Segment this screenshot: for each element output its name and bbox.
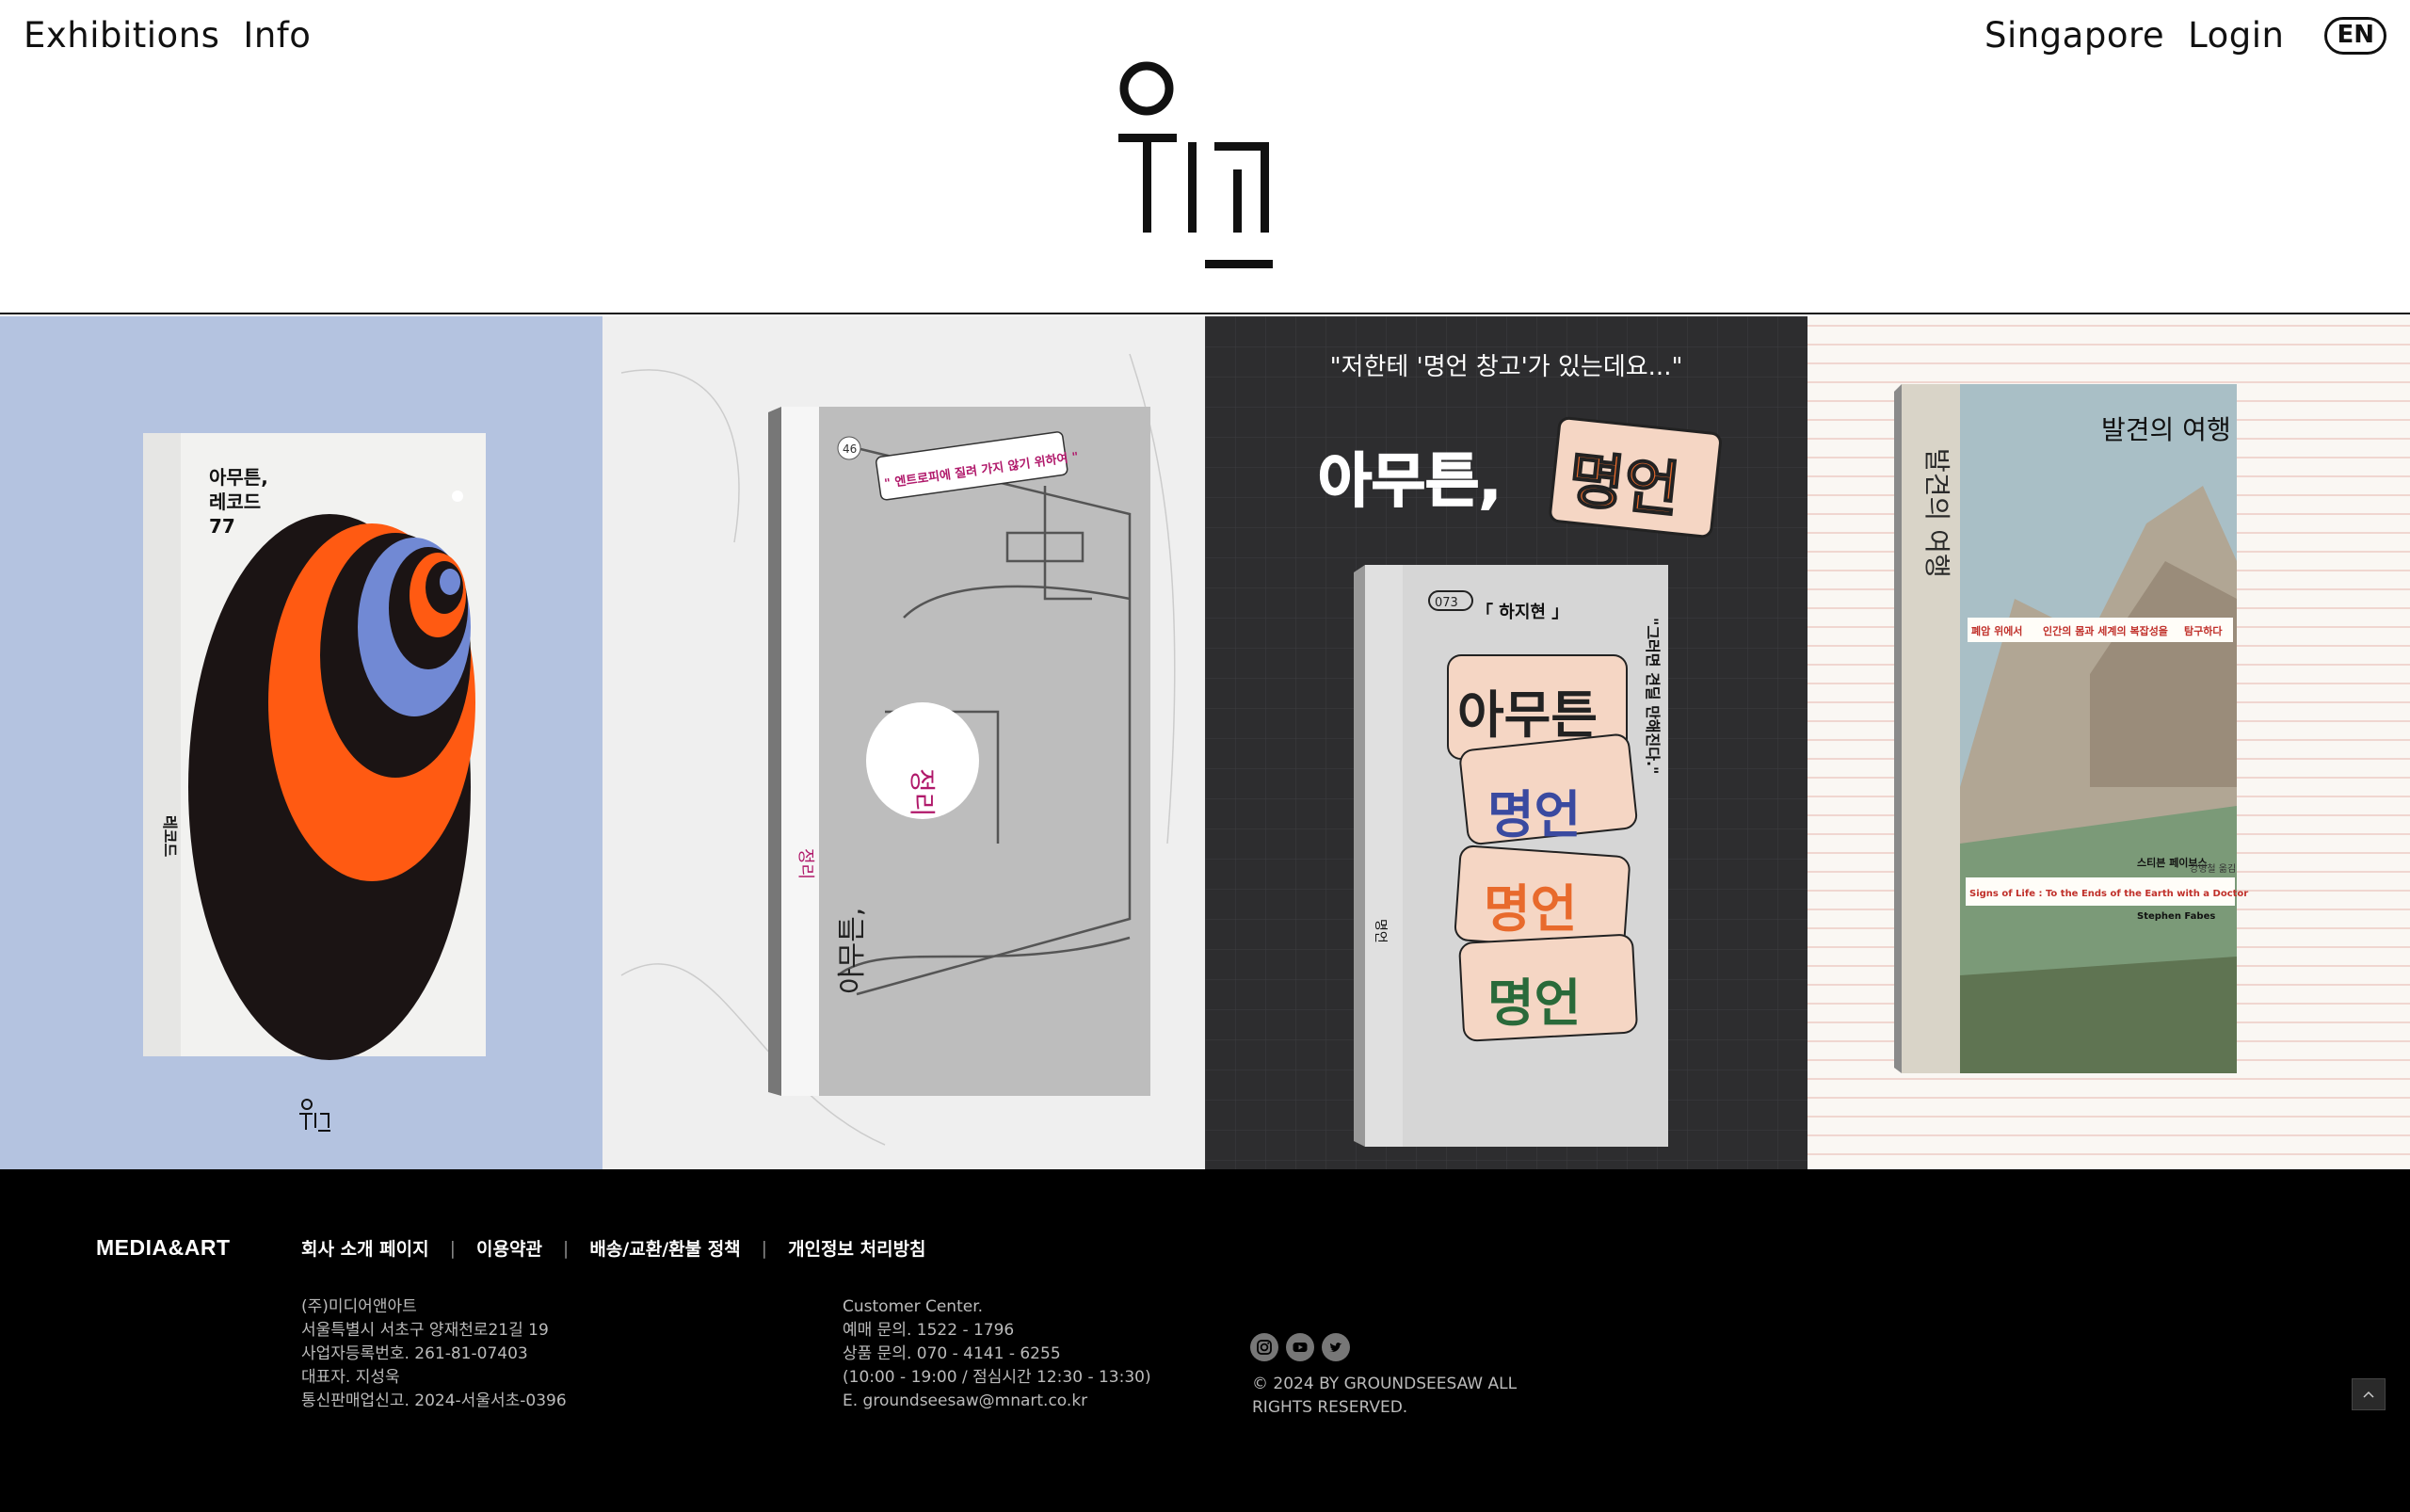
- author-name: 「 하지현 」: [1476, 602, 1568, 622]
- cal-word-4: 명언: [1487, 973, 1581, 1033]
- company-ceo: 대표자. 지성욱: [301, 1368, 400, 1387]
- series-number: 46: [843, 442, 857, 456]
- series-number: 073: [1435, 596, 1458, 610]
- cover-title-line1: 아무튼,: [209, 466, 268, 489]
- english-title: Signs of Life : To the Ends of the Earth…: [1969, 889, 2248, 899]
- site-footer: MEDIA&ART 회사 소개 페이지 | 이용약관 | 배송/교환/환불 정책…: [0, 1169, 2410, 1512]
- copyright: © 2024 BY GROUNDSEESAW ALL RIGHTS RESERV…: [1252, 1373, 1534, 1420]
- book-cover-record: 아무튼, 레코드 77 레코드: [143, 433, 486, 1132]
- product-inquiry: 상품 문의. 070 - 4141 - 6255: [843, 1344, 1061, 1363]
- cover-title-line2: 레코드: [209, 491, 261, 513]
- book-grid: 아무튼, 레코드 77 레코드 " 엔트로피에 질려 가지 않기 위하여 " 4…: [0, 316, 2410, 1169]
- nav-login[interactable]: Login: [2188, 15, 2284, 56]
- customer-center-title: Customer Center.: [843, 1297, 984, 1316]
- cover-spine-title: 발견의 여행: [1921, 448, 1952, 578]
- site-header: Exhibitions Info Singapore Login EN: [0, 0, 2410, 314]
- nav-right: Singapore Login EN: [1984, 15, 2386, 56]
- company-ecommerce-reg: 통신판매업신고. 2024-서울서초-0396: [301, 1391, 567, 1410]
- wigo-logo[interactable]: [1107, 56, 1295, 273]
- book-panel-organize[interactable]: " 엔트로피에 질려 가지 않기 위하여 " 46 정리 정리 아무튼,: [602, 316, 1205, 1169]
- cover-spine-title: 명언: [1373, 919, 1388, 943]
- book-panel-discovery[interactable]: 발견의 여행 발견의 여행 폐암 위에서 인간의 몸과 세계의 복잡성을 탐구하…: [1808, 316, 2410, 1169]
- separator: |: [761, 1237, 768, 1259]
- cover-series-title: 아무튼,: [836, 908, 869, 994]
- copyright-line2: RIGHTS RESERVED.: [1252, 1398, 1408, 1417]
- promo-big-b: 명언: [1566, 445, 1683, 526]
- book-panel-quote[interactable]: "저한테 '명언 창고'가 있는데요..." 아무튼, 명언 073 「 하지현…: [1205, 316, 1808, 1169]
- footer-link-company[interactable]: 회사 소개 페이지: [301, 1235, 429, 1261]
- cover-title-number: 77: [209, 515, 235, 538]
- chevron-up-icon: [2363, 1391, 2374, 1398]
- business-hours: (10:00 - 19:00 / 점심시간 12:30 - 13:30): [843, 1368, 1151, 1387]
- ticket-inquiry: 예매 문의. 1522 - 1796: [843, 1321, 1015, 1340]
- tagline-b: 인간의 몸과 세계의 복잡성을: [2043, 624, 2168, 637]
- footer-links: 회사 소개 페이지 | 이용약관 | 배송/교환/환불 정책 | 개인정보 처리…: [301, 1235, 926, 1261]
- company-address: 서울특별시 서초구 양재천로21길 19: [301, 1321, 549, 1340]
- separator: |: [562, 1237, 570, 1259]
- company-reg-number: 사업자등록번호. 261-81-07403: [301, 1344, 528, 1363]
- nav-info[interactable]: Info: [243, 15, 311, 56]
- scroll-to-top-button[interactable]: [2352, 1378, 2386, 1410]
- author-en: Stephen Fabes: [2137, 911, 2215, 922]
- nav-exhibitions[interactable]: Exhibitions: [24, 15, 219, 56]
- social-links: [1250, 1333, 1350, 1361]
- company-name: (주)미디어앤아트: [301, 1297, 417, 1316]
- nav-singapore[interactable]: Singapore: [1984, 15, 2164, 56]
- cover-circle-title: 정리: [907, 768, 938, 817]
- cal-word-3: 명언: [1484, 879, 1577, 939]
- tagline-c: 탐구하다: [2184, 624, 2223, 637]
- twitter-icon[interactable]: [1322, 1333, 1350, 1361]
- youtube-icon[interactable]: [1286, 1333, 1314, 1361]
- tagline-a: 폐암 위에서: [1971, 624, 2022, 637]
- publisher-logo-mark: [299, 1099, 330, 1132]
- footer-brand: MEDIA&ART: [96, 1235, 231, 1260]
- promo-headline: "저한테 '명언 창고'가 있는데요...": [1330, 353, 1683, 381]
- nav-left: Exhibitions Info: [24, 15, 311, 56]
- promo-big-a: 아무튼,: [1318, 446, 1502, 515]
- footer-link-terms[interactable]: 이용약관: [476, 1235, 542, 1261]
- language-toggle[interactable]: EN: [2324, 16, 2386, 55]
- company-info: (주)미디어앤아트 서울특별시 서초구 양재천로21길 19 사업자등록번호. …: [301, 1295, 567, 1413]
- book-cover-quote: "저한테 '명언 창고'가 있는데요..." 아무튼, 명언 073 「 하지현…: [1205, 316, 1808, 1169]
- cover-spine-title: 정리: [795, 848, 815, 879]
- cover-spine-title: 레코드: [161, 815, 179, 857]
- separator: |: [449, 1237, 456, 1259]
- footer-link-privacy[interactable]: 개인정보 처리방침: [788, 1235, 925, 1261]
- cover-title: 발견의 여행: [2101, 414, 2231, 445]
- book-panel-record[interactable]: 아무튼, 레코드 77 레코드: [0, 316, 602, 1169]
- contact-email[interactable]: E. groundseesaw@mnart.co.kr: [843, 1390, 1151, 1413]
- instagram-icon[interactable]: [1250, 1333, 1278, 1361]
- footer-link-shipping[interactable]: 배송/교환/환불 정책: [589, 1235, 740, 1261]
- cal-word-2: 명언: [1487, 785, 1581, 844]
- cover-quote: "그러면 견딜 만해진다.": [1644, 618, 1662, 774]
- translator: 강병철 옮김: [2190, 863, 2236, 875]
- cal-word-1: 아무튼: [1457, 685, 1598, 745]
- book-cover-organize: " 엔트로피에 질려 가지 않기 위하여 " 46 정리 정리 아무튼,: [620, 353, 1176, 1146]
- copyright-line1: © 2024 BY GROUNDSEESAW ALL: [1252, 1375, 1518, 1393]
- book-cover-discovery: 발견의 여행 발견의 여행 폐암 위에서 인간의 몸과 세계의 복잡성을 탐구하…: [1808, 316, 2410, 1169]
- customer-center: Customer Center. 예매 문의. 1522 - 1796 상품 문…: [843, 1295, 1151, 1413]
